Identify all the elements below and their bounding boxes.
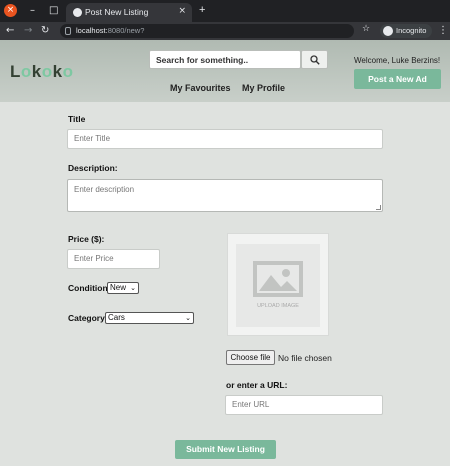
submit-listing-button[interactable]: Submit New Listing (175, 440, 276, 459)
tab-title: Post New Listing (85, 7, 149, 17)
chevron-down-icon: ⌄ (130, 284, 136, 292)
page-info-icon[interactable] (65, 27, 71, 35)
browser-toolbar: ← → ↻ localhost:8080/new? ☆ Incognito ⋮ (0, 22, 450, 40)
url-label: or enter a URL: (226, 380, 288, 390)
description-placeholder: Enter description (74, 185, 135, 194)
search-input[interactable]: Search for something.. (149, 50, 301, 69)
price-input[interactable]: Enter Price (67, 249, 160, 269)
image-placeholder-icon (253, 261, 303, 297)
choose-file-button[interactable]: Choose file (226, 350, 275, 365)
browser-menu-icon[interactable]: ⋮ (438, 24, 448, 38)
category-label: Category: (68, 313, 108, 323)
image-preview: UPLOAD IMAGE (227, 233, 329, 336)
incognito-icon (383, 26, 393, 36)
chevron-down-icon: ⌄ (185, 314, 191, 322)
incognito-badge[interactable]: Incognito (380, 24, 432, 38)
search-placeholder: Search for something.. (156, 55, 249, 65)
site-logo[interactable]: Lokoko (10, 62, 74, 82)
minimize-icon[interactable]: – (30, 4, 35, 17)
url-text: localhost:8080/new? (76, 26, 145, 35)
upload-image-text: UPLOAD IMAGE (257, 303, 299, 309)
price-label: Price ($): (68, 234, 105, 244)
image-placeholder: UPLOAD IMAGE (236, 244, 320, 327)
condition-select[interactable]: New ⌄ (107, 282, 139, 294)
incognito-label: Incognito (396, 26, 427, 35)
post-new-ad-button[interactable]: Post a New Ad (354, 69, 441, 89)
category-value: Cars (108, 313, 125, 322)
header-nav: My Favourites My Profile (170, 83, 294, 93)
url-input[interactable]: Enter URL (225, 395, 383, 415)
maximize-icon[interactable]: □ (49, 4, 58, 17)
forward-icon[interactable]: → (24, 24, 32, 38)
site-header: Lokoko Search for something.. My Favouri… (0, 40, 450, 102)
globe-icon (73, 8, 82, 17)
browser-tab[interactable]: Post New Listing × (66, 3, 192, 22)
file-status-text: No file chosen (278, 353, 332, 363)
condition-label: Condition: (68, 283, 111, 293)
category-select[interactable]: Cars ⌄ (105, 312, 194, 324)
reload-icon[interactable]: ↻ (41, 24, 49, 38)
search-icon (310, 55, 320, 65)
new-tab-button[interactable]: + (199, 4, 205, 16)
bookmark-star-icon[interactable]: ☆ (362, 24, 370, 34)
condition-value: New (110, 283, 127, 292)
search-button[interactable] (301, 50, 328, 69)
resize-handle-icon[interactable] (376, 205, 381, 210)
nav-my-favourites[interactable]: My Favourites (170, 83, 231, 93)
description-label: Description: (68, 163, 118, 173)
close-window-icon[interactable]: × (4, 4, 17, 17)
address-bar[interactable]: localhost:8080/new? (60, 24, 354, 38)
back-icon[interactable]: ← (6, 24, 14, 38)
welcome-text: Welcome, Luke Berzins! (354, 56, 441, 65)
title-label: Title (68, 114, 86, 124)
description-textarea[interactable]: Enter description (67, 179, 383, 212)
tab-close-icon[interactable]: × (178, 6, 186, 16)
browser-titlebar: × – □ Post New Listing × + (0, 0, 450, 22)
nav-my-profile[interactable]: My Profile (242, 83, 285, 93)
title-input[interactable]: Enter Title (67, 129, 383, 149)
